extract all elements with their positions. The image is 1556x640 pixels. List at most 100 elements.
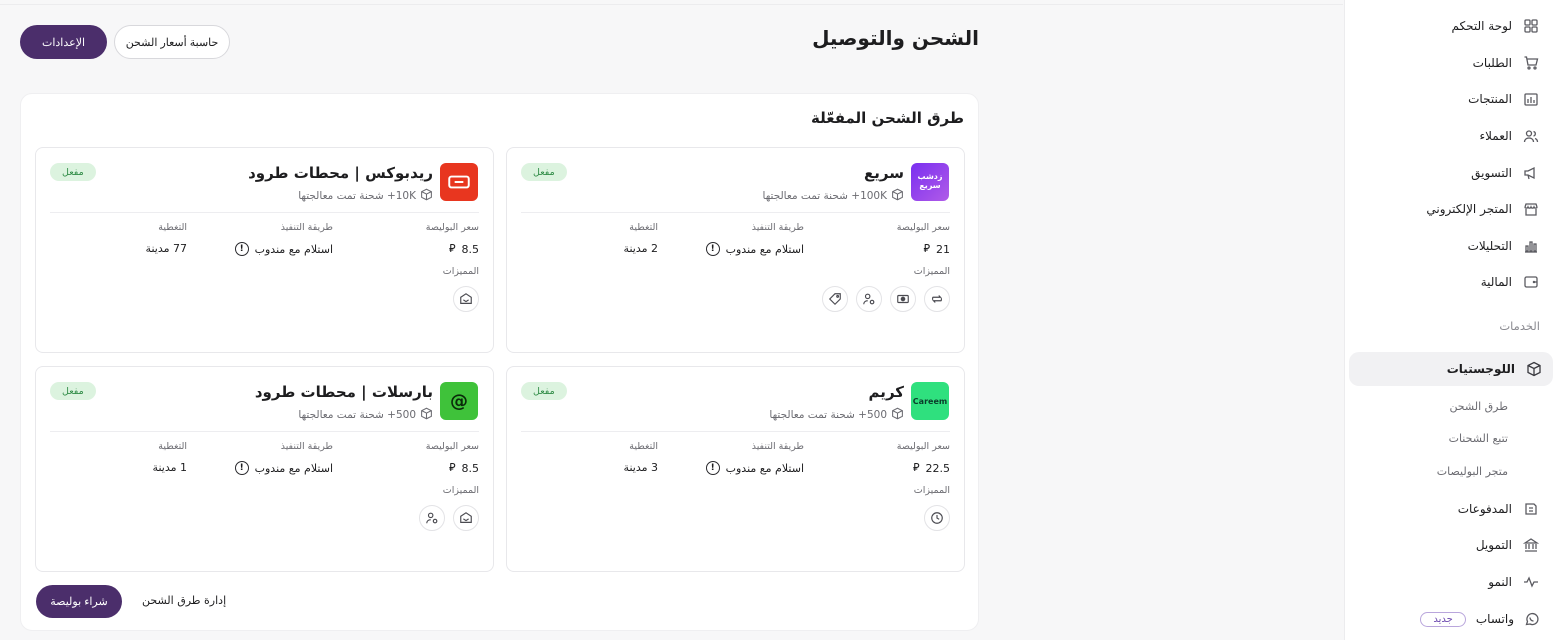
price-text: 22.5 (925, 461, 951, 475)
sidebar-item-label: المنتجات (1468, 92, 1512, 106)
sidebar-item-label: التسويق (1471, 166, 1512, 180)
method-value: استلام مع مندوب! (705, 242, 804, 256)
riyal-icon: ⃁ (448, 242, 456, 255)
info-alert-icon[interactable]: ! (705, 242, 720, 256)
method-text: استلام مع مندوب (254, 242, 333, 256)
features-label: المميزات (913, 485, 950, 496)
settings-button[interactable]: الإعدادات (20, 25, 107, 59)
method-text: استلام مع مندوب (725, 461, 804, 475)
cart-icon (1522, 54, 1540, 72)
cube-icon (891, 407, 904, 423)
method-header: طريقة التنفيذ (751, 222, 804, 233)
method-value: استلام مع مندوب! (234, 461, 333, 475)
sidebar-subitem-shipping-methods[interactable]: طرق الشحن (1449, 400, 1508, 413)
coverage-value: 3 مدينة (623, 461, 658, 474)
card-divider (521, 212, 950, 213)
status-badge: مفعل (50, 382, 96, 400)
sidebar-item-marketing[interactable]: التسويق (1352, 156, 1550, 190)
shipping-card-saree3[interactable]: زدشب سريع سريع 100K+ شحنة تمت معالجتها م… (506, 147, 965, 353)
shipments-count: 500+ شحنة تمت معالجتها (298, 407, 433, 423)
tag-icon[interactable] (822, 286, 848, 312)
features-list (453, 286, 479, 312)
features-list (822, 286, 950, 312)
coverage-header: التغطية (158, 222, 187, 233)
carrier-name: بارسلات | محطات طرود (254, 383, 433, 401)
shipping-card-careem[interactable]: Careem كريم 500+ شحنة تمت معالجتها مفعل … (506, 366, 965, 572)
sidebar-item-products[interactable]: المنتجات (1352, 82, 1550, 116)
megaphone-icon (1522, 164, 1540, 182)
analytics-icon (1522, 237, 1540, 255)
sidebar-item-dashboard[interactable]: لوحة التحكم (1352, 9, 1550, 43)
sidebar-item-whatsapp[interactable]: واتساب جديد (1352, 602, 1550, 636)
sidebar-item-orders[interactable]: الطلبات (1352, 46, 1550, 80)
manage-shipping-methods-link[interactable]: إدارة طرق الشحن (142, 594, 226, 607)
payments-icon (1522, 500, 1540, 518)
method-text: استلام مع مندوب (254, 461, 333, 475)
sidebar-item-label: واتساب (1475, 612, 1514, 626)
info-alert-icon[interactable]: ! (234, 242, 249, 256)
card-divider (521, 431, 950, 432)
sidebar-item-label: المدفوعات (1457, 502, 1512, 516)
features-label: المميزات (913, 266, 950, 277)
riyal-icon: ⃁ (912, 461, 920, 474)
carrier-name: كريم (868, 383, 904, 401)
panel-title: طرق الشحن المفعّلة (811, 109, 964, 127)
shipments-count: 10K+ شحنة تمت معالجتها (298, 188, 433, 204)
locker-icon[interactable] (453, 505, 479, 531)
shipping-calculator-button[interactable]: حاسبة أسعار الشحن (114, 25, 230, 59)
coverage-header: التغطية (629, 222, 658, 233)
cube-icon (420, 188, 433, 204)
enabled-shipping-methods-panel: طرق الشحن المفعّلة زدشب سريع سريع 100K+ … (20, 93, 979, 631)
price-text: 8.5 (461, 461, 480, 475)
coverage-header: التغطية (629, 441, 658, 452)
coverage-value: 2 مدينة (623, 242, 658, 255)
sidebar-item-label: المتجر الإلكتروني (1426, 202, 1512, 216)
products-icon (1522, 90, 1540, 108)
sidebar-item-store[interactable]: المتجر الإلكتروني (1352, 192, 1550, 226)
info-alert-icon[interactable]: ! (705, 461, 720, 475)
box-icon (1525, 360, 1543, 378)
sidebar-item-logistics[interactable]: اللوجستيات (1349, 352, 1553, 386)
method-header: طريقة التنفيذ (280, 222, 333, 233)
swap-icon[interactable] (924, 286, 950, 312)
price-header: سعر البوليصة (425, 222, 479, 233)
price-text: 21 (936, 242, 950, 256)
shipping-card-redbox[interactable]: ريدبوكس | محطات طرود 10K+ شحنة تمت معالج… (35, 147, 494, 353)
sidebar-item-payments[interactable]: المدفوعات (1352, 492, 1550, 526)
sidebar-item-funding[interactable]: التمويل (1352, 528, 1550, 562)
cash-icon[interactable] (890, 286, 916, 312)
store-icon (1522, 200, 1540, 218)
sidebar-item-finance[interactable]: المالية (1352, 265, 1550, 299)
status-badge: مفعل (50, 163, 96, 181)
sidebar-item-analytics[interactable]: التحليلات (1352, 229, 1550, 263)
shipping-card-parcelat[interactable]: @ بارسلات | محطات طرود 500+ شحنة تمت معا… (35, 366, 494, 572)
sidebar-item-customers[interactable]: العملاء (1352, 119, 1550, 153)
shipments-count: 500+ شحنة تمت معالجتها (769, 407, 904, 423)
logo-text: @ (450, 390, 468, 412)
price-header: سعر البوليصة (896, 222, 950, 233)
coverage-value: 1 مدينة (152, 461, 187, 474)
sidebar-item-label: المالية (1480, 275, 1512, 289)
status-badge: مفعل (521, 163, 567, 181)
sidebar-item-growth[interactable]: النمو (1352, 565, 1550, 599)
clock-icon[interactable] (924, 505, 950, 531)
sidebar-subitem-tracking[interactable]: تتبع الشحنات (1449, 432, 1508, 445)
riyal-icon: ⃁ (923, 242, 930, 255)
info-alert-icon[interactable]: ! (234, 461, 249, 475)
coverage-header: التغطية (158, 441, 187, 452)
shipments-count: 100K+ شحنة تمت معالجتها (763, 188, 905, 204)
cube-icon (420, 407, 433, 423)
buy-waybill-button[interactable]: شراء بوليصة (36, 585, 122, 618)
features-label: المميزات (442, 485, 479, 496)
sidebar: لوحة التحكم الطلبات المنتجات العملاء الت… (1344, 0, 1556, 640)
locker-icon[interactable] (453, 286, 479, 312)
riyal-icon: ⃁ (448, 461, 456, 474)
price-value: 8.5 ⃁ (449, 242, 479, 256)
logo-text: زدشب سريع (917, 172, 943, 190)
method-value: استلام مع مندوب! (234, 242, 333, 256)
shipments-count-text: 500+ شحنة تمت معالجتها (769, 409, 887, 421)
user-location-icon[interactable] (856, 286, 882, 312)
user-location-icon[interactable] (419, 505, 445, 531)
price-text: 8.5 (461, 242, 480, 256)
sidebar-subitem-waybill-store[interactable]: متجر البوليصات (1437, 465, 1508, 478)
